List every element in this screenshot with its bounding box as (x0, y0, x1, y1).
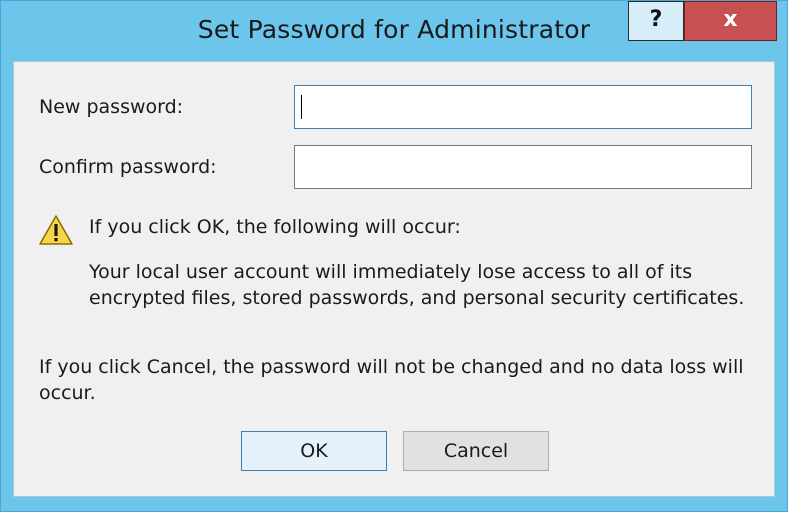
dialog-window: Set Password for Administrator ? x New p… (0, 0, 788, 512)
new-password-field[interactable] (294, 85, 752, 129)
help-button[interactable]: ? (628, 1, 684, 41)
confirm-password-label: Confirm password: (39, 156, 217, 178)
close-button[interactable]: x (684, 1, 777, 41)
dialog-body: New password: Confirm password: If you c… (13, 61, 775, 497)
confirm-password-field[interactable] (294, 145, 752, 189)
ok-button[interactable]: OK (241, 431, 387, 471)
warning-heading: If you click OK, the following will occu… (89, 216, 461, 238)
new-password-label: New password: (39, 96, 184, 118)
title-bar[interactable]: Set Password for Administrator ? x (1, 1, 787, 59)
warning-body-line-2: encrypted files, stored passwords, and p… (89, 287, 745, 309)
cancel-note-line-1: If you click Cancel, the password will n… (39, 356, 744, 378)
cancel-note-line-2: occur. (39, 382, 96, 404)
cancel-button[interactable]: Cancel (403, 431, 549, 471)
warning-body-line-1: Your local user account will immediately… (89, 261, 693, 283)
text-caret (301, 95, 302, 119)
warning-icon (39, 215, 73, 245)
